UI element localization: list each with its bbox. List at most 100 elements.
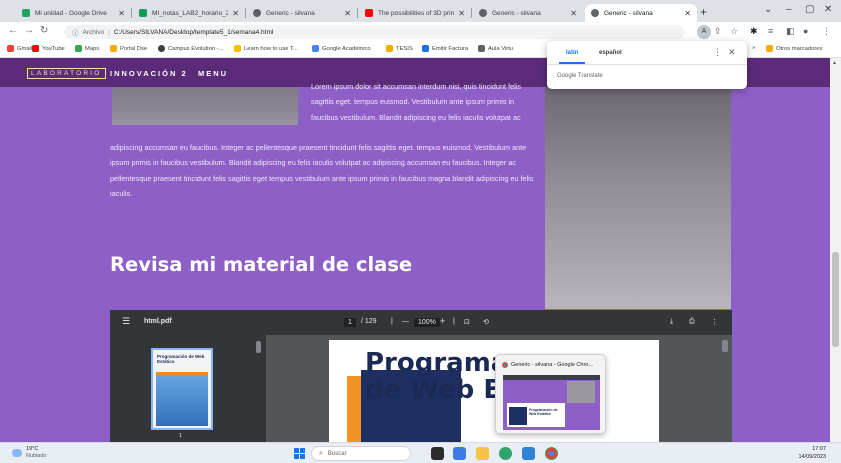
close-tab-icon[interactable]: ✕ bbox=[570, 9, 577, 18]
tab-notas[interactable]: MI_notas_LAB2_horario_2023 ✕ bbox=[133, 4, 245, 22]
share-icon[interactable]: ⇪ bbox=[714, 26, 722, 37]
translate-footer: Google Translate bbox=[557, 73, 603, 79]
translate-close-icon[interactable]: ✕ bbox=[728, 47, 736, 58]
pdf-scrollbar[interactable] bbox=[722, 340, 728, 352]
scrollbar-thumb[interactable] bbox=[832, 252, 839, 347]
thumbnail-scrollbar[interactable] bbox=[256, 341, 261, 353]
download-icon[interactable]: ⤓ bbox=[670, 318, 673, 326]
print-icon[interactable]: ⎙ bbox=[689, 318, 695, 326]
bookmark-tesis[interactable]: TESIS bbox=[386, 45, 413, 52]
system-clock[interactable]: 17:07 14/09/2023 bbox=[788, 446, 826, 461]
scroll-up-arrow-icon[interactable]: ▲ bbox=[832, 60, 837, 66]
profile-avatar[interactable]: ● bbox=[803, 26, 808, 36]
bookmark-star-icon[interactable]: ☆ bbox=[730, 26, 738, 37]
site-logo[interactable]: LABORATORIO bbox=[27, 68, 106, 79]
vscode-icon[interactable] bbox=[522, 447, 535, 460]
tab-youtube[interactable]: The possibilities of 3D printin ✕ bbox=[359, 4, 471, 22]
chat-icon[interactable] bbox=[453, 447, 466, 460]
chrome-taskbar-icon[interactable] bbox=[545, 447, 558, 460]
info-icon[interactable]: ⓘ bbox=[72, 27, 79, 37]
new-tab-button[interactable]: + bbox=[700, 5, 707, 19]
windows-start-icon[interactable] bbox=[294, 448, 305, 459]
bookmark-otros-marcadores[interactable]: Otros marcadores bbox=[766, 45, 822, 52]
close-tab-icon[interactable]: ✕ bbox=[118, 9, 125, 18]
forward-icon[interactable]: → bbox=[24, 25, 34, 36]
bookmark-campus[interactable]: Campus Evolution -... bbox=[158, 45, 223, 52]
url-scheme: Archivo bbox=[82, 28, 105, 36]
preview-screenshot: Programación de Web Estático bbox=[503, 375, 600, 430]
tab-title: MI_notas_LAB2_horario_2023 bbox=[152, 9, 229, 17]
bookmark-google-academico[interactable]: Google Académico bbox=[312, 45, 371, 52]
weather-widget[interactable]: 19°C Nublado bbox=[12, 446, 47, 460]
close-tab-icon[interactable]: ✕ bbox=[458, 9, 465, 18]
edge-browser-icon[interactable] bbox=[499, 447, 512, 460]
close-window-button[interactable]: ✕ bbox=[824, 4, 832, 15]
overflow-label: » bbox=[752, 45, 756, 51]
bookmark-emitir-factura[interactable]: Emitir Factura bbox=[422, 45, 468, 52]
address-bar[interactable]: ⓘ Archivo | C:/Users/SILVANA/Desktop/tem… bbox=[64, 25, 684, 39]
translate-source-language[interactable]: latín bbox=[566, 50, 578, 56]
temperature: 19°C bbox=[26, 446, 39, 452]
translate-target-language[interactable]: español bbox=[599, 50, 622, 56]
preview-header: Generic - silvana - Google Chro... bbox=[502, 362, 593, 368]
translate-icon[interactable]: A bbox=[697, 25, 711, 39]
side-panel-icon[interactable]: ◧ bbox=[786, 26, 795, 37]
menu-kebab-icon[interactable]: ⋮ bbox=[822, 26, 831, 37]
bookmark-maps[interactable]: Maps bbox=[75, 45, 99, 52]
globe-icon bbox=[591, 9, 599, 17]
page-scrollbar[interactable]: ▲ bbox=[830, 58, 841, 442]
browser-toolbar: ← → ↻ ⓘ Archivo | C:/Users/SILVANA/Deskt… bbox=[0, 22, 841, 42]
task-view-icon[interactable] bbox=[431, 447, 444, 460]
close-tab-icon[interactable]: ✕ bbox=[344, 9, 351, 18]
tab-generic-1[interactable]: Generic - silvana ✕ bbox=[247, 4, 357, 22]
search-icon: ⌕ bbox=[319, 449, 323, 457]
youtube-icon bbox=[365, 9, 373, 17]
pdf-more-icon[interactable]: ⋮ bbox=[711, 318, 718, 326]
zoom-in-icon[interactable]: + bbox=[440, 316, 445, 326]
bookmark-aula-virtual[interactable]: Aula Virtu bbox=[478, 45, 513, 52]
site-nav-title[interactable]: INNOVACIÓN 2 bbox=[110, 69, 188, 78]
hamburger-menu-icon[interactable]: ☰ bbox=[122, 316, 130, 327]
pdf-heading-line-1: Programa bbox=[365, 348, 509, 378]
reading-list-icon[interactable]: ≡ bbox=[768, 26, 773, 36]
reload-icon[interactable]: ↻ bbox=[40, 25, 48, 36]
rotate-icon[interactable]: ⟲ bbox=[483, 318, 489, 326]
pdf-thumbnail-page-1[interactable]: Programación de Web Estático bbox=[151, 348, 213, 430]
bookmark-learn[interactable]: Learn how to use T... bbox=[234, 45, 298, 52]
back-icon[interactable]: ← bbox=[8, 25, 18, 36]
tab-title: Generic - silvana bbox=[266, 9, 315, 17]
pdf-viewer[interactable]: ☰ html.pdf 1 / 129 | — 100% + | ⊡ ⟲ ⤓ ⎙ … bbox=[110, 310, 732, 442]
bookmark-portal-dse[interactable]: Portal Dse bbox=[110, 45, 147, 52]
bookmarks-overflow-button[interactable]: » bbox=[752, 45, 755, 51]
preview-title: Generic - silvana - Google Chro... bbox=[511, 362, 593, 368]
tab-google-drive[interactable]: Mi unidad - Google Drive ✕ bbox=[16, 4, 131, 22]
tab-separator bbox=[357, 8, 358, 18]
factura-icon bbox=[422, 45, 429, 52]
file-explorer-icon[interactable] bbox=[476, 447, 489, 460]
zoom-level[interactable]: 100% bbox=[414, 318, 440, 327]
tab-strip: Mi unidad - Google Drive ✕ MI_notas_LAB2… bbox=[0, 0, 841, 22]
close-tab-icon[interactable]: ✕ bbox=[684, 9, 691, 18]
pdf-page-input[interactable]: 1 bbox=[344, 318, 356, 327]
tab-title: Generic - silvana bbox=[492, 9, 541, 17]
tab-generic-2[interactable]: Generic - silvana ✕ bbox=[473, 4, 583, 22]
close-tab-icon[interactable]: ✕ bbox=[232, 9, 239, 18]
bookmark-label: Portal Dse bbox=[120, 45, 148, 52]
extensions-icon[interactable]: ✱ bbox=[750, 26, 758, 37]
bookmark-label: Learn how to use T... bbox=[244, 45, 298, 52]
maximize-button[interactable]: ▢ bbox=[805, 4, 814, 15]
tab-generic-active[interactable]: Generic - silvana ✕ bbox=[585, 4, 697, 22]
minimize-button[interactable]: – bbox=[786, 4, 792, 15]
preview-image bbox=[567, 381, 595, 403]
bookmark-gmail[interactable]: Gmail bbox=[7, 45, 32, 52]
taskbar-window-preview[interactable]: Generic - silvana - Google Chro... Progr… bbox=[495, 354, 606, 434]
translate-popup: latín español ⋮ ✕ Google Translate bbox=[547, 41, 747, 89]
bookmark-youtube[interactable]: YouTube bbox=[32, 45, 65, 52]
tab-search-button[interactable]: ⌄ bbox=[764, 4, 772, 15]
clock-date: 14/09/2023 bbox=[798, 453, 826, 460]
fit-page-icon[interactable]: ⊡ bbox=[464, 318, 470, 326]
site-menu-link[interactable]: MENU bbox=[198, 69, 228, 78]
taskbar-search[interactable]: ⌕ Buscar bbox=[311, 446, 411, 461]
translate-options-icon[interactable]: ⋮ bbox=[713, 47, 722, 58]
zoom-out-icon[interactable]: — bbox=[402, 318, 409, 325]
